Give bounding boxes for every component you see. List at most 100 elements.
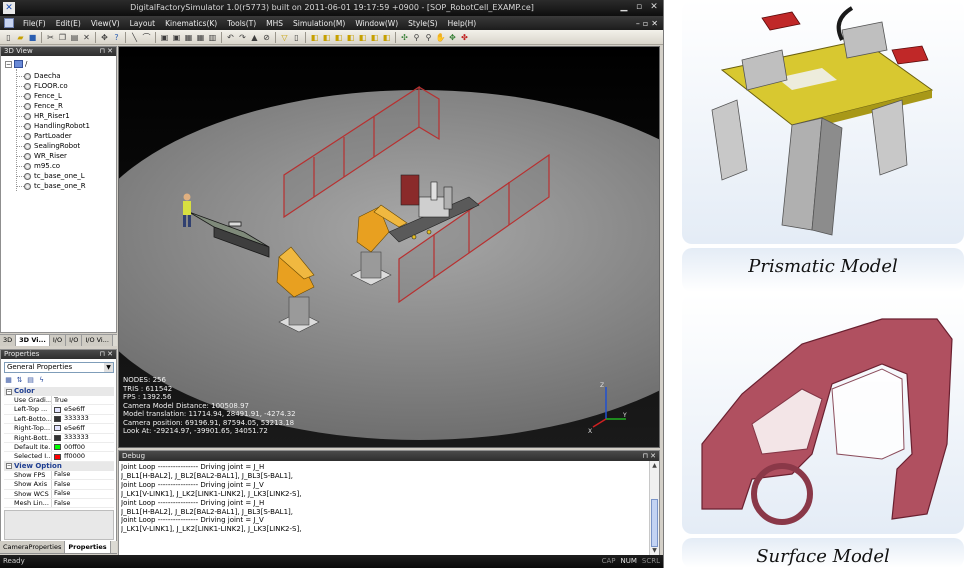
maximize-button[interactable]: ▫: [633, 2, 645, 13]
open-folder-icon[interactable]: ▰: [15, 32, 26, 43]
property-value[interactable]: e5e6ff: [51, 405, 114, 414]
property-row[interactable]: Mesh Lin... False: [4, 498, 114, 509]
page-icon[interactable]: ▯: [291, 32, 302, 43]
menu-mhs[interactable]: MHS: [261, 19, 288, 28]
frame4-icon[interactable]: ▦: [195, 32, 206, 43]
menu-help[interactable]: Help(H): [443, 19, 482, 28]
tab-io-view[interactable]: I/O Vi...: [82, 335, 113, 346]
tree-item[interactable]: tc_base_one_L: [16, 171, 85, 181]
menu-tools[interactable]: Tools(T): [222, 19, 261, 28]
tree-item[interactable]: HR_Riser1: [16, 111, 70, 121]
tree-item[interactable]: m95.co: [16, 161, 60, 171]
rotate-icon[interactable]: ✣: [399, 32, 410, 43]
zoom-icon[interactable]: ⚲: [411, 32, 422, 43]
collapse-icon[interactable]: −: [5, 60, 12, 68]
zoom-fit-icon[interactable]: ⚲: [423, 32, 434, 43]
funnel-icon[interactable]: ▽: [279, 32, 290, 43]
property-row[interactable]: Show WCS False: [4, 489, 114, 499]
properties-type-select[interactable]: General Properties ▼: [4, 362, 114, 373]
property-value[interactable]: True: [51, 396, 114, 405]
debug-log[interactable]: Joint Loop ---------------- Driving join…: [121, 463, 647, 555]
move-icon[interactable]: ✥: [447, 32, 458, 43]
menu-style[interactable]: Style(S): [403, 19, 442, 28]
property-row[interactable]: Show Axis False: [4, 480, 114, 490]
chevron-down-icon[interactable]: ▼: [104, 363, 113, 372]
redo-icon[interactable]: ↷: [237, 32, 248, 43]
menu-kinematics[interactable]: Kinematics(K): [160, 19, 222, 28]
property-row[interactable]: Show FPS False: [4, 470, 114, 481]
property-row[interactable]: Selected I... ff0000: [4, 452, 114, 462]
property-pages-icon[interactable]: ▤: [26, 376, 35, 385]
help-icon[interactable]: ?: [111, 32, 122, 43]
properties-pin-icon[interactable]: ⊓ ✕: [99, 350, 113, 359]
events-icon[interactable]: ϟ: [37, 376, 46, 385]
mdi-close-icon[interactable]: ✕: [651, 19, 658, 28]
paste-icon[interactable]: ▤: [69, 32, 80, 43]
menu-view[interactable]: View(V): [86, 19, 125, 28]
categorized-icon[interactable]: ▦: [4, 376, 13, 385]
marker-icon[interactable]: ✤: [459, 32, 470, 43]
tab-camera-properties[interactable]: CameraProperties: [0, 541, 66, 553]
mdi-restore-icon[interactable]: ▫: [643, 19, 648, 28]
property-row[interactable]: Default Ite... 00ff00: [4, 442, 114, 453]
collapse-icon[interactable]: −: [6, 388, 12, 395]
property-row[interactable]: Right-Bott... 333333: [4, 433, 114, 443]
menu-file[interactable]: File(F): [18, 19, 51, 28]
property-value[interactable]: False: [51, 470, 114, 480]
tree-item[interactable]: WR_Riser: [16, 151, 67, 161]
property-value[interactable]: 333333: [51, 433, 114, 442]
select-icon[interactable]: ✥: [99, 32, 110, 43]
undo-icon[interactable]: ↶: [225, 32, 236, 43]
menu-simulation[interactable]: Simulation(M): [288, 19, 350, 28]
cube-2-icon[interactable]: ◧: [321, 32, 332, 43]
cube-6-icon[interactable]: ◧: [369, 32, 380, 43]
cube-3-icon[interactable]: ◧: [333, 32, 344, 43]
debug-pin-icon[interactable]: ⊓ ✕: [642, 451, 656, 461]
property-value[interactable]: False: [51, 480, 114, 489]
tree-item[interactable]: Fence_L: [16, 91, 62, 101]
property-category[interactable]: − View Option: [4, 461, 114, 471]
save-icon[interactable]: ■: [27, 32, 38, 43]
property-value[interactable]: e5e6ff: [51, 424, 114, 433]
panel-pin-icon[interactable]: ⊓ ✕: [99, 47, 113, 56]
tree-item[interactable]: HandlingRobot1: [16, 121, 90, 131]
3d-viewport[interactable]: Z Y X NODES: 256 TRIS : 611542 FPS : 1392.…: [118, 46, 660, 448]
property-row[interactable]: Left-Top ... e5e6ff: [4, 405, 114, 415]
cube-7-icon[interactable]: ◧: [381, 32, 392, 43]
tree-item[interactable]: SealingRobot: [16, 141, 80, 151]
tab-io-2[interactable]: I/O: [66, 335, 83, 346]
property-value[interactable]: 333333: [51, 414, 114, 424]
debug-scrollbar[interactable]: ▲ ▼: [649, 461, 659, 555]
tool-icon[interactable]: ▲: [249, 32, 260, 43]
property-row[interactable]: Right-Top... e5e6ff: [4, 424, 114, 434]
frame2-icon[interactable]: ▣: [171, 32, 182, 43]
tree-item[interactable]: Daecha: [16, 71, 61, 81]
minimize-button[interactable]: ▁: [618, 2, 630, 13]
menu-edit[interactable]: Edit(E): [51, 19, 86, 28]
frame5-icon[interactable]: ▥: [207, 32, 218, 43]
scroll-up-icon[interactable]: ▲: [650, 461, 659, 470]
close-button[interactable]: ✕: [648, 2, 660, 13]
pan-icon[interactable]: ✋: [435, 32, 446, 43]
line-icon[interactable]: ╲: [129, 32, 140, 43]
property-value[interactable]: False: [51, 489, 114, 498]
copy-icon[interactable]: ❐: [57, 32, 68, 43]
tree-item[interactable]: tc_base_one_R: [16, 181, 86, 191]
arc-icon[interactable]: ⌒: [141, 32, 152, 43]
tab-io-1[interactable]: I/O: [49, 335, 67, 346]
property-value[interactable]: 00ff00: [51, 442, 114, 452]
stop-icon[interactable]: ⊘: [261, 32, 272, 43]
frame3-icon[interactable]: ▦: [183, 32, 194, 43]
delete-icon[interactable]: ✕: [81, 32, 92, 43]
cut-icon[interactable]: ✂: [45, 32, 56, 43]
property-value[interactable]: False: [51, 498, 114, 508]
mdi-minimize-icon[interactable]: –: [636, 19, 640, 28]
tree-item[interactable]: Fence_R: [16, 101, 63, 111]
property-row[interactable]: Use Gradi... True: [4, 396, 114, 406]
tree-item[interactable]: PartLoader: [16, 131, 72, 141]
new-file-icon[interactable]: ▯: [3, 32, 14, 43]
cube-4-icon[interactable]: ◧: [345, 32, 356, 43]
property-row[interactable]: Left-Botto... 333333: [4, 414, 114, 425]
menu-window[interactable]: Window(W): [350, 19, 403, 28]
scroll-down-icon[interactable]: ▼: [650, 546, 659, 555]
